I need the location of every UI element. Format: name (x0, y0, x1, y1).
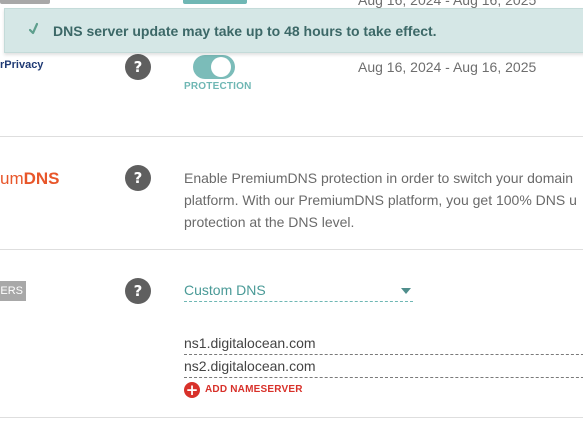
nameservers-help-icon[interactable]: ? (125, 278, 151, 304)
toggle-knob (211, 57, 231, 77)
dns-type-select[interactable]: Custom DNS (184, 281, 413, 302)
add-nameserver-label: ADD NAMESERVER (205, 384, 303, 395)
premium-dns-logo: umDNS (0, 169, 60, 189)
plus-circle-icon: + (184, 381, 200, 399)
premium-dns-logo-light: um (0, 169, 24, 188)
nameserver-1-field[interactable]: ns1.digitalocean.com (184, 334, 583, 355)
chevron-down-icon (401, 288, 411, 294)
description-line: Enable PremiumDNS protection in order to… (184, 170, 574, 186)
nameserver-2-value: ns2.digitalocean.com (184, 358, 316, 374)
description-line: platform. With our PremiumDNS platform, … (184, 192, 577, 208)
notification-message: DNS server update may take up to 48 hour… (53, 23, 437, 39)
toggle-caption: PROTECTION (184, 81, 252, 92)
nameservers-tag: ERS (0, 281, 26, 301)
premium-dns-description: Enable PremiumDNS protection in order to… (184, 167, 583, 233)
premium-dns-help-icon[interactable]: ? (125, 165, 151, 191)
row-divider (0, 136, 583, 137)
description-line: protection at the DNS level. (184, 214, 355, 230)
dns-type-value: Custom DNS (184, 282, 266, 298)
row-divider (0, 249, 583, 250)
status-badge (0, 0, 50, 4)
privacy-dates: Aug 16, 2024 - Aug 16, 2025 (358, 59, 537, 75)
active-badge (183, 0, 247, 4)
nameserver-1-value: ns1.digitalocean.com (184, 335, 316, 351)
privacy-brand-logo: rPrivacy (0, 59, 44, 71)
check-icon (29, 22, 38, 35)
privacy-help-icon[interactable]: ? (125, 54, 151, 80)
row-divider (0, 417, 583, 418)
notification-banner: DNS server update may take up to 48 hour… (4, 8, 583, 53)
nameserver-2-field[interactable]: ns2.digitalocean.com (184, 357, 583, 378)
top-row-dates: Aug 16, 2024 - Aug 16, 2025 (358, 0, 537, 8)
premium-dns-logo-bold: DNS (23, 169, 60, 188)
